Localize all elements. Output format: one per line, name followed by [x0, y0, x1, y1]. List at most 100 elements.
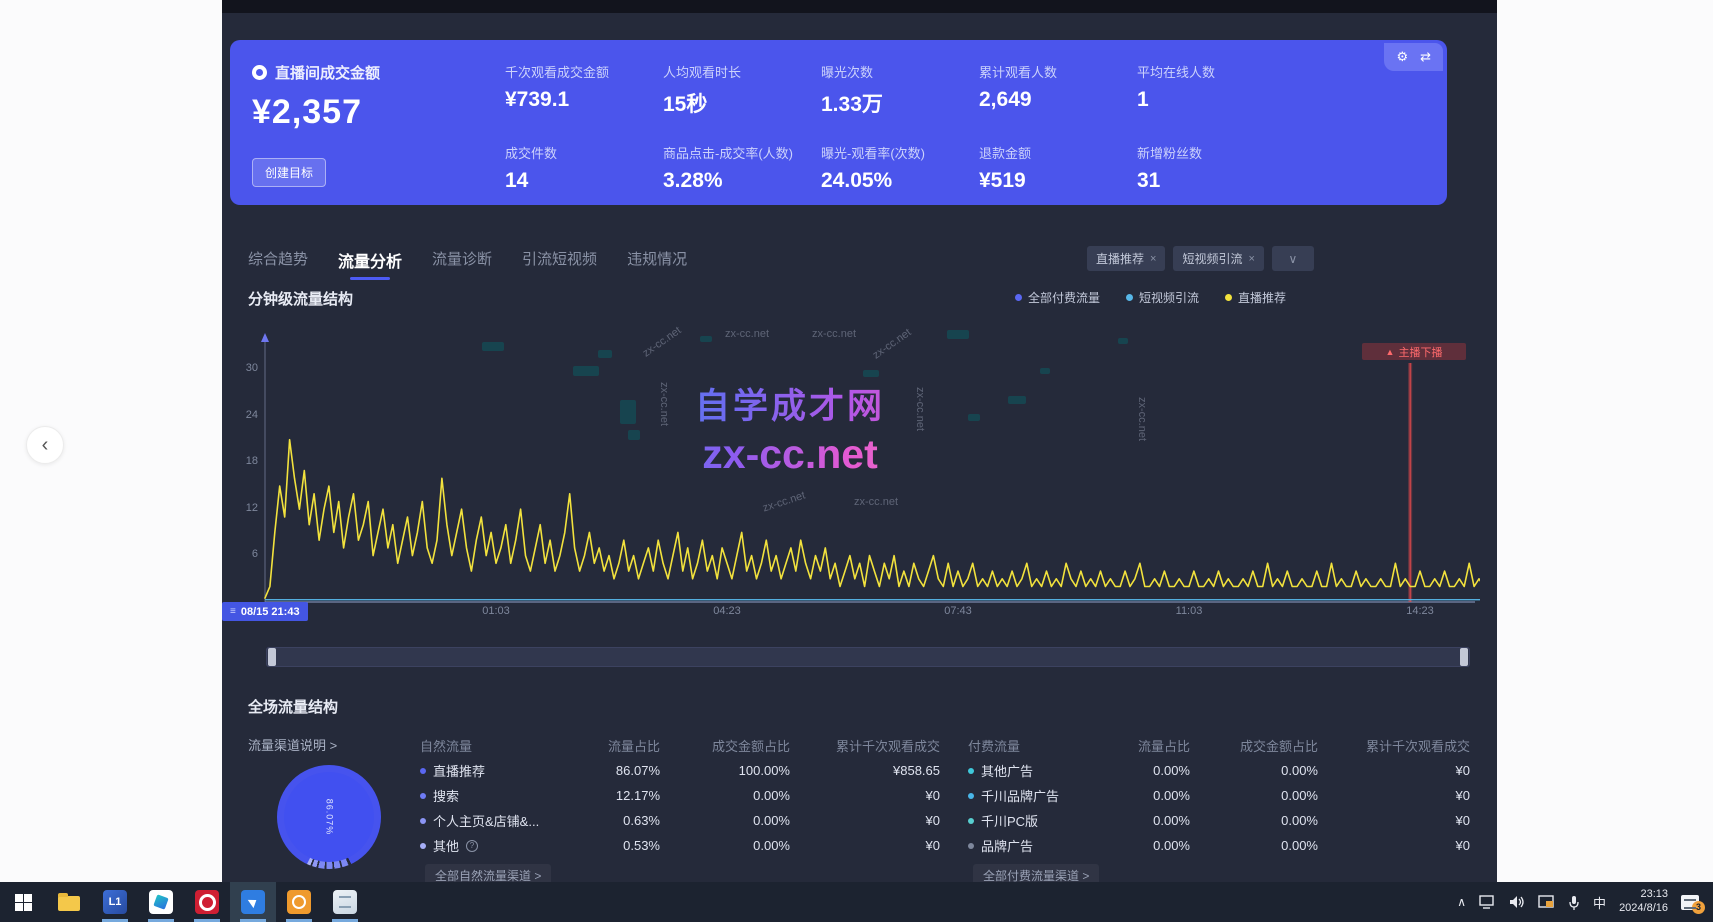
full-section-title: 全场流量结构 — [248, 696, 338, 717]
close-icon[interactable]: × — [1150, 253, 1156, 265]
chart-legend: 全部付费流量 短视频引流 直播推荐 — [1015, 289, 1286, 306]
screen-share-icon[interactable] — [1538, 895, 1555, 909]
row-label: 其他广告 — [981, 761, 1033, 780]
row-label: 其他 — [433, 836, 459, 855]
table-row[interactable]: 品牌广告 0.00% 0.00% ¥0 — [968, 833, 1470, 858]
taskbar-file-explorer[interactable] — [46, 882, 92, 922]
pointer-app-icon — [241, 890, 265, 914]
swap-icon[interactable]: ⇄ — [1420, 49, 1431, 65]
minute-traffic-chart: 30 24 18 12 6 ≡ 08/15 21:43 01:03 04:23 … — [222, 318, 1497, 628]
tab-traffic-analysis[interactable]: 流量分析 — [338, 248, 402, 280]
cell: 12.17% — [570, 788, 660, 803]
info-icon[interactable]: ? — [466, 840, 478, 852]
table-row[interactable]: 其他? 0.53% 0.00% ¥0 — [420, 833, 940, 858]
x-tick: 01:03 — [466, 605, 526, 617]
kpi-label: 千次观看成交金额 — [505, 62, 663, 81]
kpi-value: 14 — [505, 169, 663, 193]
channel-explain-link[interactable]: 流量渠道说明 > — [248, 735, 337, 754]
kpi-value: 31 — [1137, 169, 1295, 193]
taskbar-app-l1[interactable]: L1 — [92, 882, 138, 922]
cell: 0.00% — [1100, 763, 1190, 778]
series-dot — [968, 818, 974, 824]
tab-violations[interactable]: 违规情况 — [627, 248, 687, 280]
row-label: 千川品牌广告 — [981, 786, 1059, 805]
tab-bar: 综合趋势 流量分析 流量诊断 引流短视频 违规情况 — [248, 248, 687, 280]
row-label: 直播推荐 — [433, 761, 485, 780]
traffic-donut-chart[interactable]: 86.07% — [277, 765, 381, 869]
close-icon[interactable]: × — [1248, 253, 1254, 265]
tray-expand-icon[interactable]: ∧ — [1457, 895, 1466, 909]
tab-overall-trend[interactable]: 综合趋势 — [248, 248, 308, 280]
x-tick: 11:03 — [1159, 605, 1219, 617]
time: 23:13 — [1619, 888, 1668, 902]
legend-item-live-recommend[interactable]: 直播推荐 — [1225, 289, 1286, 306]
series-dot — [968, 793, 974, 799]
tab-short-video[interactable]: 引流短视频 — [522, 248, 597, 280]
tab-traffic-diagnosis[interactable]: 流量诊断 — [432, 248, 492, 280]
table-row[interactable]: 其他广告 0.00% 0.00% ¥0 — [968, 758, 1470, 783]
orange-app-icon — [287, 890, 311, 914]
list-icon: ≡ — [230, 606, 236, 617]
table-row[interactable]: 个人主页&店铺&... 0.63% 0.00% ¥0 — [420, 808, 940, 833]
col-header: 自然流量 — [420, 736, 570, 755]
slider-handle-right[interactable] — [1460, 648, 1468, 666]
y-tick: 6 — [228, 548, 258, 560]
opera-icon — [195, 890, 219, 914]
volume-icon[interactable] — [1509, 895, 1525, 909]
legend-item-short-video[interactable]: 短视频引流 — [1126, 289, 1199, 306]
kpi-label: 累计观看人数 — [979, 62, 1137, 81]
cell: ¥0 — [1318, 788, 1470, 803]
kpi-label: 新增粉丝数 — [1137, 143, 1295, 162]
microphone-icon[interactable] — [1568, 895, 1580, 910]
filter-dropdown[interactable]: ∨ — [1272, 246, 1314, 271]
legend-item-paid[interactable]: 全部付费流量 — [1015, 289, 1100, 306]
cell: ¥858.65 — [790, 763, 940, 778]
notification-icon[interactable]: 3 — [1681, 895, 1699, 910]
x-tick: 04:23 — [697, 605, 757, 617]
clock[interactable]: 23:13 2024/8/16 — [1619, 888, 1668, 916]
kpi-value: 1 — [1137, 88, 1295, 112]
time-range-slider[interactable] — [266, 647, 1470, 667]
table-row[interactable]: 千川品牌广告 0.00% 0.00% ¥0 — [968, 783, 1470, 808]
start-button[interactable] — [0, 882, 46, 922]
legend-dot — [1015, 294, 1022, 301]
taskbar-app-opera[interactable] — [184, 882, 230, 922]
cell: 0.00% — [660, 838, 790, 853]
cell: 0.53% — [570, 838, 660, 853]
cell: ¥0 — [790, 788, 940, 803]
taskbar-app-pointer-active[interactable] — [230, 882, 276, 922]
filter-chip-live-recommend[interactable]: 直播推荐 × — [1087, 246, 1165, 271]
filter-chips: 直播推荐 × 短视频引流 × ∨ — [1087, 246, 1314, 271]
link-label: 全部付费流量渠道 — [983, 869, 1079, 883]
line-chart-canvas[interactable] — [240, 325, 1480, 615]
series-dot — [420, 793, 426, 799]
table-row[interactable]: 搜索 12.17% 0.00% ¥0 — [420, 783, 940, 808]
back-button[interactable]: ‹ — [26, 426, 64, 464]
link-label: 流量渠道说明 — [248, 738, 326, 753]
table-header: 付费流量 流量占比 成交金额占比 累计千次观看成交 — [968, 733, 1470, 758]
kpi-value: ¥519 — [979, 169, 1137, 193]
taskbar-app-orange[interactable] — [276, 882, 322, 922]
l1-app-icon: L1 — [103, 890, 127, 914]
taskbar-app-baiying[interactable] — [138, 882, 184, 922]
col-header: 流量占比 — [570, 736, 660, 755]
kpi-label: 曝光次数 — [821, 62, 979, 81]
legend-label: 直播推荐 — [1238, 289, 1286, 306]
paid-traffic-table: 付费流量 流量占比 成交金额占比 累计千次观看成交 其他广告 0.00% 0.0… — [968, 733, 1470, 858]
network-display-icon[interactable] — [1479, 895, 1496, 909]
create-goal-button[interactable]: 创建目标 — [252, 158, 326, 187]
slider-handle-left[interactable] — [268, 648, 276, 666]
kpi-value: 1.33万 — [821, 88, 979, 118]
table-row[interactable]: 千川PC版 0.00% 0.00% ¥0 — [968, 808, 1470, 833]
cell: 0.00% — [1190, 763, 1318, 778]
cell: 0.00% — [1190, 813, 1318, 828]
y-tick: 24 — [228, 409, 258, 421]
kpi-value: 3.28% — [663, 169, 821, 193]
taskbar-app-notepad[interactable] — [322, 882, 368, 922]
gear-icon[interactable]: ⚙ — [1396, 49, 1408, 65]
chip-label: 短视频引流 — [1182, 250, 1242, 267]
table-row[interactable]: 直播推荐 86.07% 100.00% ¥858.65 — [420, 758, 940, 783]
ime-indicator[interactable]: 中 — [1593, 893, 1606, 912]
donut-label: 86.07% — [324, 799, 334, 836]
filter-chip-short-video[interactable]: 短视频引流 × — [1173, 246, 1263, 271]
